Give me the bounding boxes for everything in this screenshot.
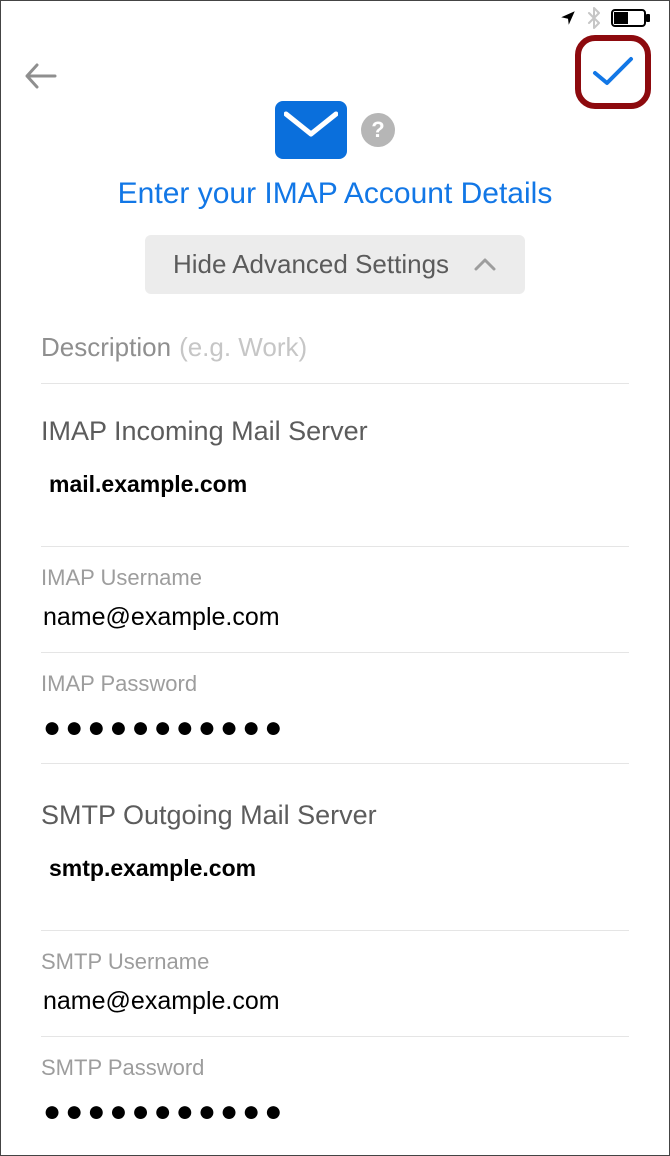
smtp-password-label: SMTP Password: [41, 1055, 629, 1081]
mail-icon: [275, 101, 347, 159]
app-icon-row: ?: [1, 101, 669, 159]
smtp-password-value: ●●●●●●●●●●●: [41, 1093, 629, 1127]
smtp-host-field[interactable]: smtp.example.com: [41, 851, 629, 931]
confirm-button[interactable]: [575, 35, 651, 109]
imap-username-field[interactable]: IMAP Username name@example.com: [41, 565, 629, 653]
form: Description (e.g. Work) IMAP Incoming Ma…: [1, 332, 669, 1147]
checkmark-icon: [591, 55, 635, 89]
description-field[interactable]: Description (e.g. Work): [41, 332, 629, 384]
imap-password-field[interactable]: IMAP Password ●●●●●●●●●●●: [41, 671, 629, 764]
imap-password-label: IMAP Password: [41, 671, 629, 697]
imap-username-value: name@example.com: [41, 603, 629, 632]
bluetooth-icon: [587, 7, 601, 29]
imap-host-field[interactable]: mail.example.com: [41, 467, 629, 547]
smtp-username-value: name@example.com: [41, 987, 629, 1016]
help-icon[interactable]: ?: [361, 113, 395, 147]
smtp-password-field[interactable]: SMTP Password ●●●●●●●●●●●: [41, 1055, 629, 1147]
advanced-settings-label: Hide Advanced Settings: [173, 249, 449, 280]
description-label: Description: [41, 332, 171, 363]
smtp-section-title: SMTP Outgoing Mail Server: [41, 800, 629, 831]
status-bar: [1, 1, 669, 31]
advanced-settings-toggle[interactable]: Hide Advanced Settings: [145, 235, 525, 294]
imap-username-label: IMAP Username: [41, 565, 629, 591]
imap-password-value: ●●●●●●●●●●●: [41, 709, 629, 743]
description-placeholder: (e.g. Work): [179, 332, 307, 363]
back-button[interactable]: [23, 61, 57, 96]
smtp-username-field[interactable]: SMTP Username name@example.com: [41, 949, 629, 1037]
chevron-up-icon: [473, 257, 497, 273]
battery-icon: [611, 9, 651, 27]
location-icon: [559, 9, 577, 27]
header-block: ? Enter your IMAP Account Details Hide A…: [1, 101, 669, 332]
page-title: Enter your IMAP Account Details: [1, 177, 669, 211]
screen: ? Enter your IMAP Account Details Hide A…: [0, 0, 670, 1156]
smtp-username-label: SMTP Username: [41, 949, 629, 975]
nav-bar: [1, 31, 669, 101]
imap-section-title: IMAP Incoming Mail Server: [41, 416, 629, 447]
